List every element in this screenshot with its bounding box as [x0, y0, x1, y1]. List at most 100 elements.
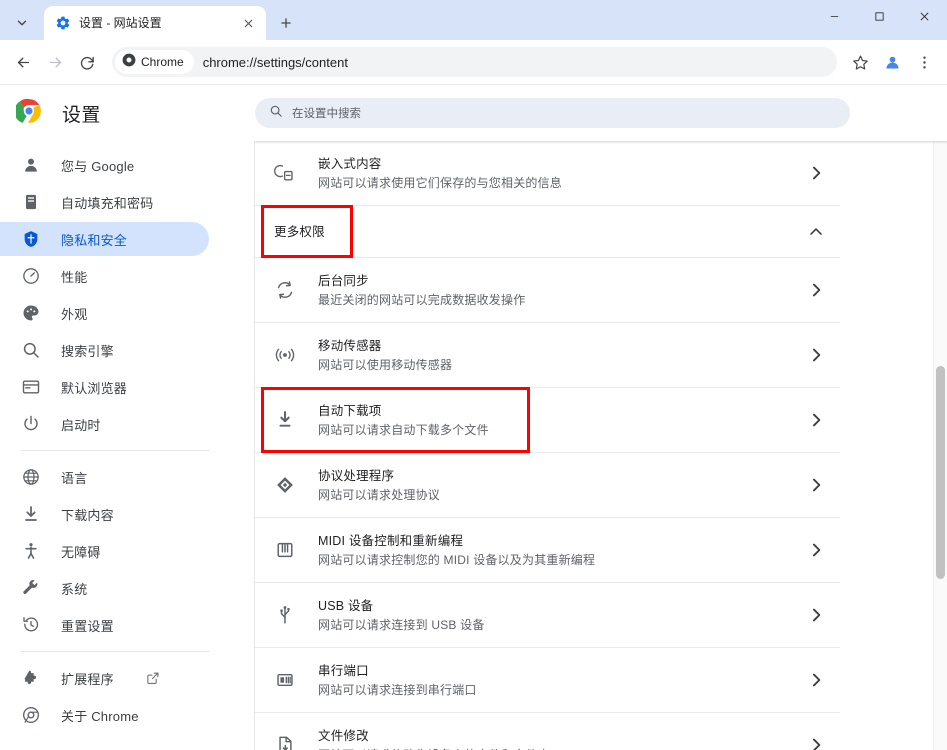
chevron-right-icon[interactable] [806, 735, 826, 750]
permission-row-text: 更多权限 [274, 223, 806, 241]
minimize-button[interactable] [812, 0, 857, 32]
permission-row-title: 协议处理程序 [318, 468, 395, 483]
background-sync-icon [274, 279, 296, 301]
permission-row-subtitle: 网站可以请求处理协议 [318, 487, 441, 502]
sidebar-item-1[interactable]: 自动填充和密码 [0, 185, 209, 219]
sidebar-divider-2 [21, 651, 209, 652]
sidebar-item-10[interactable]: 无障碍 [0, 534, 209, 568]
sidebar-item-0[interactable]: 您与 Google [0, 148, 209, 182]
clipboard-icon [21, 192, 41, 212]
sidebar-group-primary: 您与 Google 自动填充和密码隐私和安全性能外观搜索引擎默认浏览器 启动时 [0, 148, 254, 441]
sidebar-item-label: 性能 [61, 269, 88, 285]
sidebar-divider-1 [21, 450, 209, 451]
permission-row[interactable]: MIDI 设备控制和重新编程 网站可以请求控制您的 MIDI 设备以及为其重新编程 [255, 518, 840, 583]
permission-row-subtitle: 网站可以请求修改您设备上的文件和文件夹 [318, 746, 806, 750]
sidebar-item-9[interactable]: 下载内容 [0, 497, 209, 531]
chevron-right-icon[interactable] [806, 670, 826, 690]
sidebar-item-14[interactable]: 关于 Chrome [0, 698, 209, 732]
close-icon[interactable] [238, 13, 258, 33]
sidebar-item-12[interactable]: 重置设置 [0, 608, 209, 642]
chevron-right-icon[interactable] [806, 410, 826, 430]
permission-row-title: 自动下载项 [318, 403, 382, 418]
new-tab-button[interactable] [272, 9, 300, 37]
permission-row-text: 后台同步 最近关闭的网站可以完成数据收发操作 [318, 272, 806, 309]
permission-row-text: MIDI 设备控制和重新编程 网站可以请求控制您的 MIDI 设备以及为其重新编程 [318, 532, 806, 569]
sidebar-item-4[interactable]: 外观 [0, 296, 209, 330]
sidebar-item-6[interactable]: 默认浏览器 [0, 370, 209, 404]
search-input[interactable]: 在设置中搜索 [255, 98, 850, 128]
permission-row-title: USB 设备 [318, 598, 374, 613]
scrollbar-track[interactable] [933, 141, 947, 750]
permission-row[interactable]: 串行端口 网站可以请求连接到串行端口 [255, 648, 840, 713]
permission-row-title: 更多权限 [274, 224, 325, 239]
browser-toolbar: Chrome chrome://settings/content [0, 40, 947, 85]
serial-port-icon [274, 669, 296, 691]
permission-row[interactable]: 嵌入式内容 网站可以请求使用它们保存的与您相关的信息 [255, 141, 840, 206]
chevron-right-icon[interactable] [806, 540, 826, 560]
permission-row-text: 嵌入式内容 网站可以请求使用它们保存的与您相关的信息 [318, 155, 806, 192]
chevron-up-icon[interactable] [806, 222, 826, 242]
sidebar-item-11[interactable]: 系统 [0, 571, 209, 605]
maximize-button[interactable] [857, 0, 902, 32]
settings-sidebar: 您与 Google 自动填充和密码隐私和安全性能外观搜索引擎默认浏览器 启动时 语言… [0, 141, 255, 750]
permission-row[interactable]: USB 设备网站可以请求连接到 USB 设备 [255, 583, 840, 648]
motion-sensor-icon [274, 344, 296, 366]
settings-body: 您与 Google 自动填充和密码隐私和安全性能外观搜索引擎默认浏览器 启动时 语言… [0, 141, 947, 750]
toolbar-right-actions [845, 47, 939, 77]
star-icon[interactable] [845, 47, 875, 77]
sidebar-item-8[interactable]: 语言 [0, 460, 209, 494]
chrome-icon [122, 53, 136, 72]
window-controls [812, 0, 947, 32]
settings-brand[interactable]: 设置 [0, 98, 255, 129]
puzzle-icon [21, 668, 41, 688]
tab-search-icon[interactable] [0, 6, 44, 40]
search-placeholder: 在设置中搜索 [292, 108, 361, 120]
browser-tab[interactable]: 设置 - 网站设置 [44, 6, 266, 40]
permission-row-subtitle: 网站可以请求连接到 USB 设备 [318, 617, 485, 632]
permission-row-text: 协议处理程序网站可以请求处理协议 [318, 467, 806, 504]
chevron-right-icon[interactable] [806, 605, 826, 625]
midi-icon [274, 539, 296, 561]
chevron-right-icon[interactable] [806, 475, 826, 495]
scrollbar-thumb[interactable] [936, 366, 945, 580]
chevron-right-icon[interactable] [806, 163, 826, 183]
three-dot-menu-icon[interactable] [909, 47, 939, 77]
search-icon [21, 340, 41, 360]
sidebar-item-3[interactable]: 性能 [0, 259, 209, 293]
tab-strip: 设置 - 网站设置 [0, 0, 947, 40]
permission-row-title: 串行端口 [318, 663, 369, 678]
external-link-icon [146, 671, 160, 685]
url-text: chrome://settings/content [202, 54, 348, 70]
back-button[interactable] [8, 47, 38, 77]
permission-row-title: MIDI 设备控制和重新编程 [318, 533, 464, 548]
sidebar-item-label: 隐私和安全 [61, 232, 128, 248]
reload-button[interactable] [72, 47, 102, 77]
sidebar-item-5[interactable]: 搜索引擎 [0, 333, 209, 367]
chevron-right-icon[interactable] [806, 280, 826, 300]
profile-avatar-icon[interactable] [877, 47, 907, 77]
sidebar-item-label: 无障碍 [61, 544, 101, 560]
sidebar-item-7[interactable]: 启动时 [0, 407, 209, 441]
permission-group-header[interactable]: 更多权限 [255, 206, 840, 258]
sidebar-item-2[interactable]: 隐私和安全 [0, 222, 209, 256]
speedometer-icon [21, 266, 41, 286]
permission-row[interactable]: 移动传感器 网站可以使用移动传感器 [255, 323, 840, 388]
sidebar-item-label: 搜索引擎 [61, 343, 114, 359]
permission-row-title: 文件修改 [318, 728, 369, 743]
settings-page: 设置 在设置中搜索 您与 Google 自动填充和密码隐私和安全性能外观搜索引擎默… [0, 85, 947, 750]
chevron-right-icon[interactable] [806, 345, 826, 365]
permission-row[interactable]: 协议处理程序网站可以请求处理协议 [255, 453, 840, 518]
sidebar-item-13[interactable]: 扩展程序 [0, 661, 209, 695]
permission-row[interactable]: 后台同步 最近关闭的网站可以完成数据收发操作 [255, 258, 840, 323]
permission-row-text: 移动传感器 网站可以使用移动传感器 [318, 337, 806, 374]
forward-button[interactable] [40, 47, 70, 77]
permission-row[interactable]: 文件修改网站可以请求修改您设备上的文件和文件夹 [255, 713, 840, 750]
close-window-button[interactable] [902, 0, 947, 32]
permission-row[interactable]: 自动下载项 网站可以请求自动下载多个文件 [255, 388, 840, 453]
sidebar-group-secondary: 语言 下载内容无障碍系统重置设置 [0, 460, 254, 642]
download-icon [21, 504, 41, 524]
permission-row-text: 自动下载项 网站可以请求自动下载多个文件 [318, 402, 806, 439]
sidebar-item-label: 系统 [61, 581, 88, 597]
address-bar[interactable]: Chrome chrome://settings/content [112, 47, 837, 77]
file-edit-icon [274, 734, 296, 750]
